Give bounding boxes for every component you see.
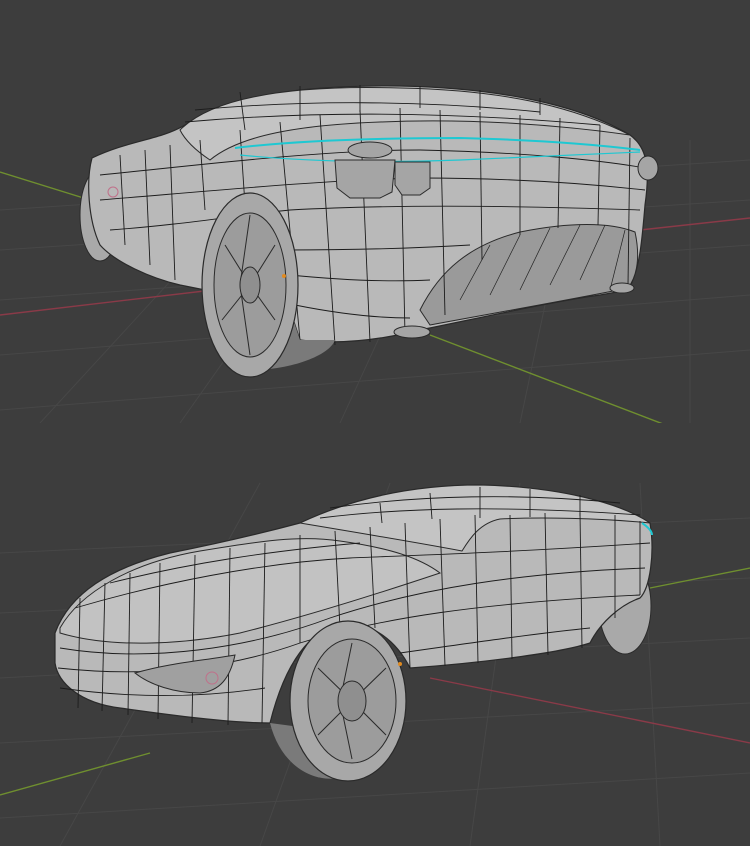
car-mesh-front[interactable] (54, 484, 653, 782)
viewport-panel-rear-view[interactable] (0, 0, 750, 423)
viewport-panel-front-view[interactable] (0, 423, 750, 846)
object-origin-dot-icon[interactable] (398, 662, 402, 666)
car-mesh-rear[interactable] (79, 85, 659, 378)
x-axis-line (429, 677, 750, 744)
blender-3d-viewport[interactable] (0, 0, 750, 846)
object-origin-dot-icon[interactable] (282, 274, 286, 278)
rear-view-canvas[interactable] (0, 0, 750, 423)
front-view-canvas[interactable] (0, 423, 750, 846)
